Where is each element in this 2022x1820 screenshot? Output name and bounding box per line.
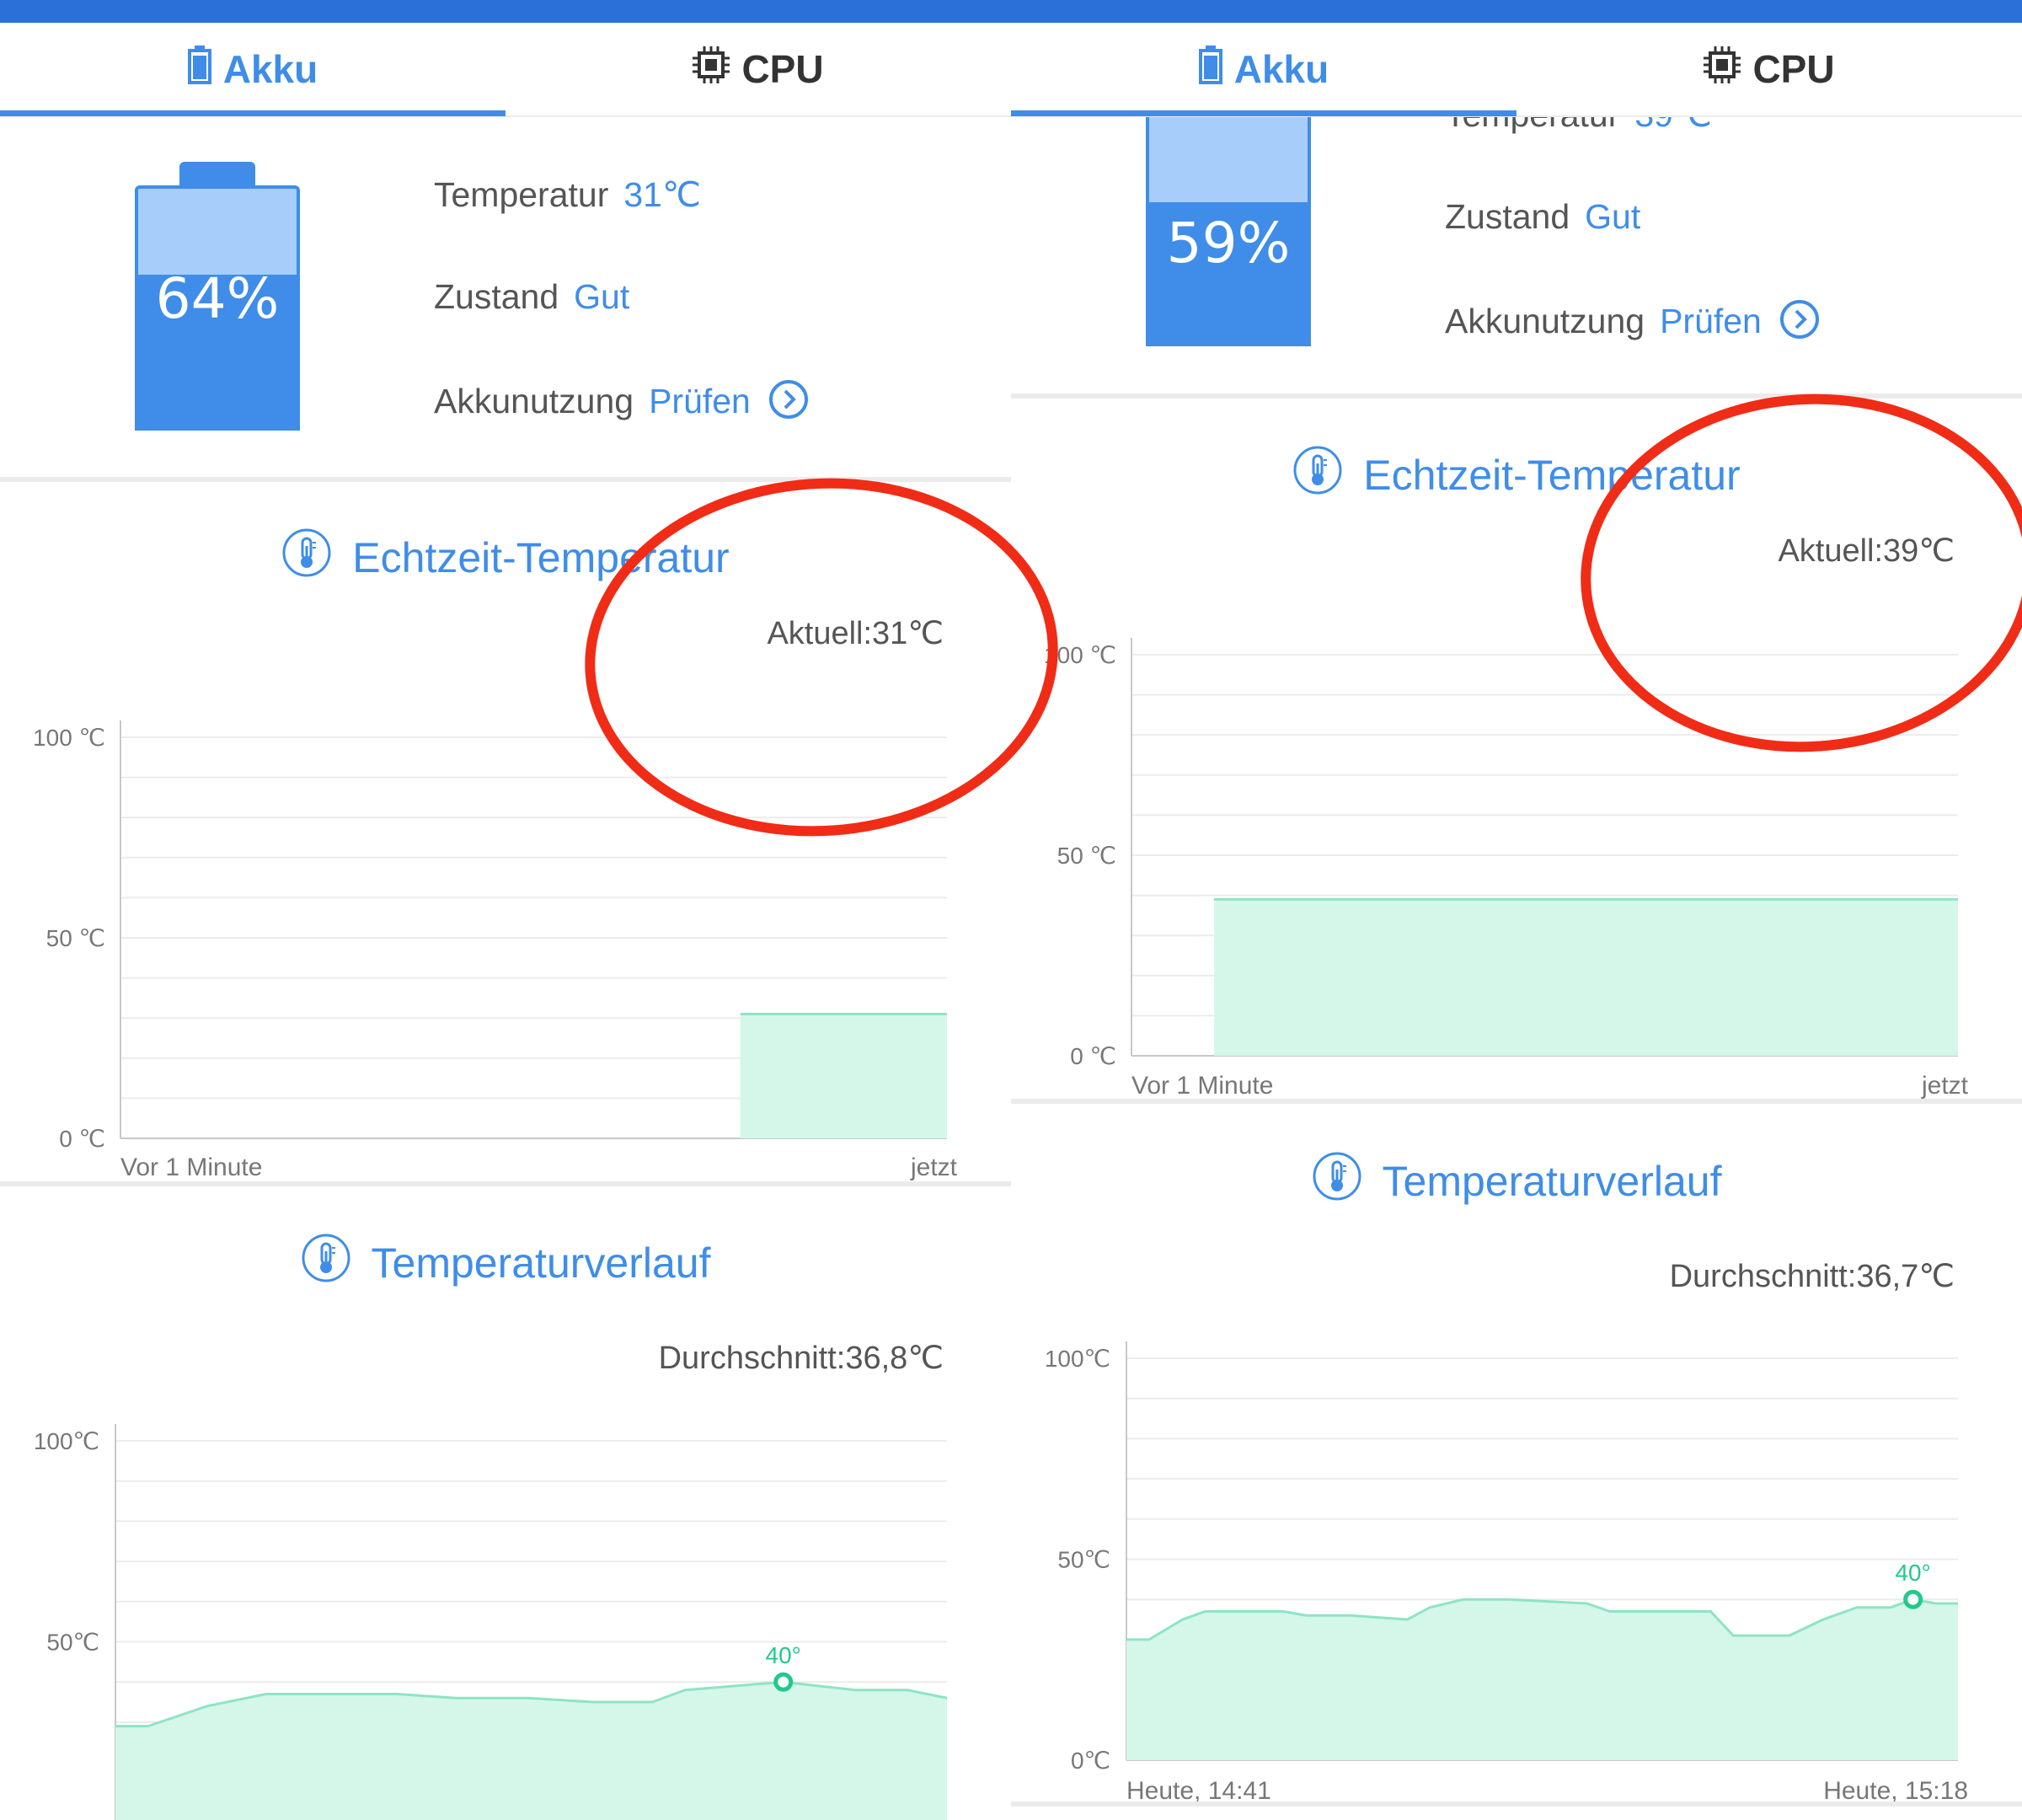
section-divider	[1011, 1099, 2022, 1104]
temperature-area	[1214, 899, 1958, 1056]
tab-akku[interactable]: Akku	[1011, 23, 1516, 115]
tab-bar: Akku CPU	[1011, 23, 2022, 117]
battery-percent: 59%	[1166, 211, 1291, 276]
y-tick-label: 50 ℃	[1057, 843, 1116, 869]
thermometer-icon	[1312, 1151, 1362, 1212]
section-divider	[0, 1181, 1011, 1186]
temperature-row: Temperatur 31℃	[434, 174, 701, 215]
temperature-label: Temperatur	[434, 175, 609, 214]
usage-row: Akkunutzung Prüfen	[1445, 299, 1820, 348]
temperature-area	[740, 1014, 947, 1138]
history-chart-svg: 100℃50℃0℃40°	[34, 1424, 948, 1820]
x-label-start: Vor 1 Minute	[1131, 1072, 1273, 1100]
peak-marker-label: 40°	[1895, 1560, 1930, 1586]
thermometer-icon	[281, 527, 332, 588]
x-label-end: jetzt	[1921, 1072, 1969, 1100]
temperature-area	[1126, 1599, 1958, 1760]
battery-body: 59%	[1146, 101, 1311, 346]
section-divider	[1011, 1801, 2022, 1807]
tab-indicator	[1011, 110, 1516, 116]
peak-marker	[1903, 1589, 1923, 1609]
usage-check-link[interactable]: Prüfen	[649, 382, 751, 420]
tab-cpu[interactable]: CPU	[506, 23, 1011, 115]
tab-cpu[interactable]: CPU	[1516, 23, 2022, 115]
battery-icon	[187, 45, 211, 94]
tab-cpu-label: CPU	[1752, 47, 1835, 91]
battery-graphic: 64%	[135, 162, 300, 431]
y-tick-label: 100 ℃	[33, 725, 105, 751]
tab-indicator	[0, 110, 506, 116]
y-tick-label: 0 ℃	[1070, 1043, 1116, 1069]
temperature-area	[115, 1682, 947, 1820]
peak-marker	[773, 1672, 794, 1692]
history-average: Durchschnitt:36,7℃	[1669, 1259, 1955, 1294]
tab-bar: Akku CPU	[0, 23, 1011, 117]
usage-label: Akkunutzung	[434, 381, 634, 420]
usage-check-link[interactable]: Prüfen	[1660, 302, 1762, 340]
tab-akku-label: Akku	[222, 47, 318, 91]
temperature-value: 31℃	[623, 175, 702, 214]
chevron-right-circle-icon[interactable]	[768, 379, 809, 428]
y-tick-label: 100℃	[1045, 1346, 1110, 1372]
battery-empty-level	[1149, 104, 1308, 202]
y-tick-label: 50℃	[1057, 1547, 1110, 1573]
battery-graphic: 59%	[1146, 78, 1311, 347]
cpu-chip-icon	[1704, 46, 1741, 93]
x-label-end: jetzt	[910, 1154, 958, 1181]
state-label: Zustand	[434, 277, 559, 316]
history-chart: 100℃50℃0℃40°	[0, 1405, 1011, 1820]
thermometer-icon	[1292, 445, 1343, 506]
x-label-start: Vor 1 Minute	[120, 1154, 262, 1181]
history-chart-svg: 100℃50℃0℃Heute, 14:41 Heute, 15:1840°	[1045, 1341, 1968, 1805]
screen-right: Akku CPU 59% Temperatur39℃ ZustandGut Ak…	[1011, 23, 2022, 1820]
history-average: Durchschnitt:36,8℃	[658, 1341, 944, 1376]
status-bar	[0, 0, 2022, 23]
battery-body: 64%	[135, 185, 300, 431]
history-title-text: Temperaturverlauf	[1382, 1158, 1722, 1205]
y-tick-label: 0℃	[1071, 1748, 1110, 1774]
history-title: Temperaturverlauf	[1011, 1152, 2022, 1211]
chevron-right-circle-icon[interactable]	[1779, 299, 1820, 348]
history-title: Temperaturverlauf	[0, 1234, 1011, 1293]
thermometer-icon	[301, 1233, 351, 1293]
screen-left: Akku CPU 64% Temperatur 31℃ Zustand Gut Ak…	[0, 23, 1011, 1820]
usage-row: Akkunutzung Prüfen	[434, 379, 809, 428]
tab-cpu-label: CPU	[741, 47, 824, 91]
state-value: Gut	[574, 277, 630, 316]
state-row: Zustand Gut	[1445, 197, 1640, 237]
state-row: Zustand Gut	[434, 277, 629, 317]
y-tick-label: 100℃	[34, 1428, 99, 1454]
state-value: Gut	[1585, 197, 1641, 236]
y-tick-label: 50 ℃	[46, 925, 105, 951]
battery-empty-level	[138, 189, 297, 275]
history-title-text: Temperaturverlauf	[371, 1239, 711, 1287]
section-divider	[1011, 393, 2022, 399]
history-chart: 100℃ 50℃ 0℃ Heute, 14:41 Heute, 15:18 40°	[1011, 1323, 2022, 1820]
peak-marker-label: 40°	[766, 1642, 801, 1668]
y-tick-label: 50℃	[46, 1630, 99, 1656]
usage-label: Akkunutzung	[1445, 301, 1645, 340]
y-tick-label: 0 ℃	[59, 1126, 105, 1152]
state-label: Zustand	[1445, 197, 1570, 236]
battery-percent: 64%	[155, 266, 280, 331]
tab-akku-label: Akku	[1233, 47, 1329, 91]
cpu-chip-icon	[693, 46, 730, 93]
tab-akku[interactable]: Akku	[0, 23, 506, 115]
battery-icon	[1198, 45, 1222, 94]
